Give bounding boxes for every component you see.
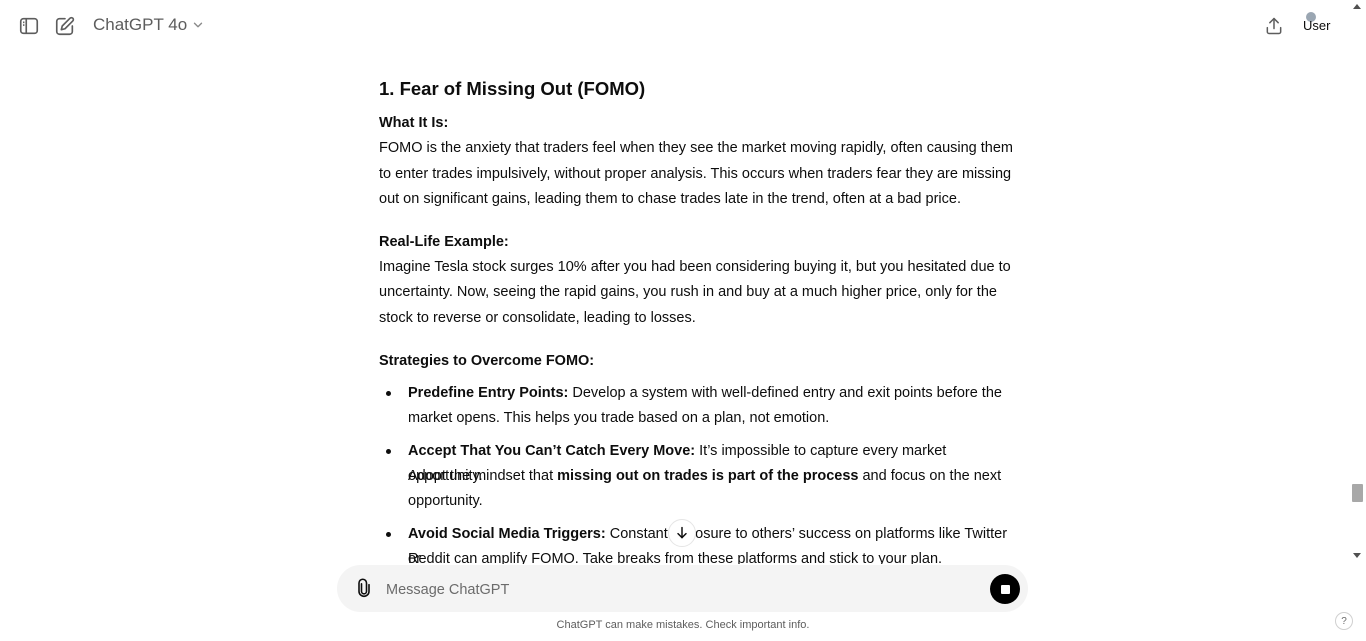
model-selector[interactable]: ChatGPT 4o <box>93 15 205 35</box>
share-icon[interactable] <box>1262 14 1286 38</box>
strategies-label: Strategies to Overcome FOMO: <box>379 353 595 369</box>
chevron-down-icon <box>191 18 205 32</box>
list-item-line: opportunity. <box>408 493 483 509</box>
list-item-line: Predefine Entry Points: Develop a system… <box>408 381 1019 406</box>
paragraph-line: FOMO is the anxiety that traders feel wh… <box>379 140 1014 156</box>
list-item-title: Predefine Entry Points: <box>408 385 569 401</box>
bullet-dot <box>386 532 391 537</box>
list-item-line: Reddit can amplify FOMO. Take breaks fro… <box>408 551 943 564</box>
stop-icon <box>1000 584 1010 594</box>
page-scrollbar[interactable] <box>1349 0 1366 564</box>
scroll-to-bottom-button[interactable] <box>668 519 696 547</box>
list-item-title: Avoid Social Media Triggers: <box>408 526 606 542</box>
paragraph-line: stock to reverse or consolidate, leading… <box>379 310 696 326</box>
list-item-text: and focus on the next <box>858 468 1002 484</box>
list-item-line: Adopt the mindset that missing out on tr… <box>408 464 1019 489</box>
paperclip-icon[interactable] <box>353 577 375 599</box>
model-name: ChatGPT 4o <box>93 15 188 34</box>
section-heading: 1. Fear of Missing Out (FOMO) <box>379 78 646 99</box>
bullet-dot <box>386 391 391 396</box>
paragraph-line: to enter trades impulsively, without pro… <box>379 166 1012 182</box>
paragraph-line: uncertainty. Now, seeing the rapid gains… <box>379 284 997 300</box>
stop-generating-button[interactable] <box>990 574 1020 604</box>
conversation-area[interactable]: 1. Fear of Missing Out (FOMO) What It Is… <box>0 52 1349 564</box>
help-button[interactable]: ? <box>1335 612 1353 630</box>
message-input[interactable] <box>384 575 968 604</box>
list-item-title: Accept That You Can’t Catch Every Move: <box>408 443 696 459</box>
top-bar: ChatGPT 4o User <box>0 0 1349 52</box>
new-chat-icon[interactable] <box>53 14 77 38</box>
list-item-line: market opens. This helps you trade based… <box>408 410 830 426</box>
user-menu[interactable]: User <box>1300 12 1334 42</box>
scroll-up-arrow-icon[interactable] <box>1353 4 1361 9</box>
scroll-down-arrow-icon[interactable] <box>1353 553 1361 558</box>
sidebar-toggle-icon[interactable] <box>17 14 41 38</box>
list-item-text: Develop a system with well-defined entry… <box>568 385 1002 401</box>
user-name: User <box>1303 18 1331 33</box>
paragraph-line: Imagine Tesla stock surges 10% after you… <box>379 259 1011 275</box>
message-composer <box>337 565 1028 612</box>
disclaimer-text: ChatGPT can make mistakes. Check importa… <box>556 619 810 631</box>
what-it-is-label: What It Is: <box>379 115 449 131</box>
scrollbar-thumb[interactable] <box>1352 484 1363 502</box>
emphasis-text: missing out on trades is part of the pro… <box>557 468 859 484</box>
real-life-example-label: Real-Life Example: <box>379 234 509 250</box>
list-item-text: Adopt the mindset that <box>408 468 558 484</box>
arrow-down-icon <box>677 526 687 539</box>
bullet-dot <box>386 449 391 454</box>
paragraph-line: out on significant gains, leading them t… <box>379 191 961 207</box>
